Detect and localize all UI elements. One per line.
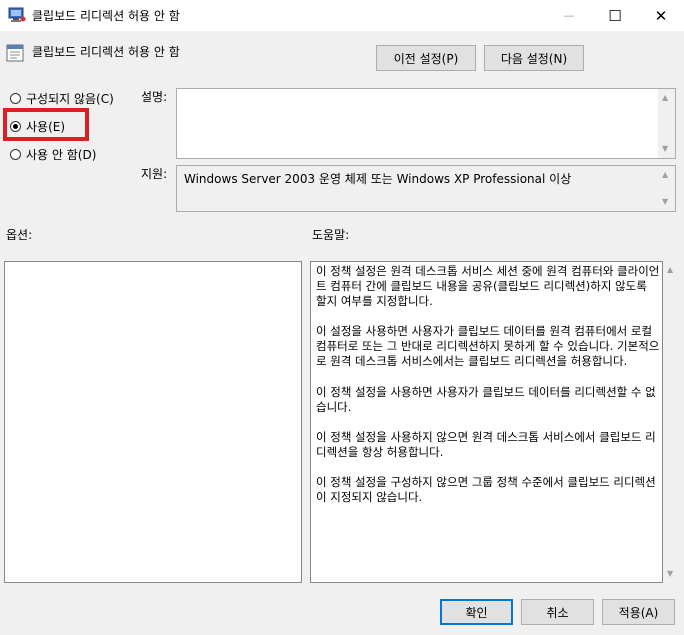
help-label: 도움말: xyxy=(312,228,350,242)
comment-textarea[interactable]: ▲ ▼ xyxy=(176,88,676,159)
help-paragraph: 이 정책 설정을 사용하면 사용자가 클립보드 데이터를 리디렉션할 수 없습니… xyxy=(316,384,656,414)
scroll-down-icon[interactable]: ▼ xyxy=(667,570,673,578)
disabled-radio[interactable] xyxy=(10,148,21,160)
help-paragraph: 이 정책 설정은 원격 데스크톱 서비스 세션 중에 원격 컴퓨터와 클라이언트… xyxy=(316,264,660,309)
policy-setting-icon xyxy=(6,44,24,62)
disabled-label: 사용 안 함(D) xyxy=(26,147,97,162)
policy-editor-icon xyxy=(8,7,26,23)
not-configured-label: 구성되지 않음(C) xyxy=(26,91,114,106)
next-setting-button[interactable]: 다음 설정(N) xyxy=(484,45,584,71)
apply-button[interactable]: 적용(A) xyxy=(602,599,675,625)
window-title: 클립보드 리디렉션 허용 안 함 xyxy=(32,9,180,23)
scroll-up-icon[interactable]: ▲ xyxy=(667,266,673,274)
supported-on-label: 지원: xyxy=(141,167,168,181)
scroll-up-icon[interactable]: ▲ xyxy=(662,171,668,179)
policy-title: 클립보드 리디렉션 허용 안 함 xyxy=(32,45,180,59)
previous-setting-button[interactable]: 이전 설정(P) xyxy=(376,45,476,71)
cancel-button[interactable]: 취소 xyxy=(521,599,594,625)
help-pane: 이 정책 설정은 원격 데스크톱 서비스 세션 중에 원격 컴퓨터와 클라이언트… xyxy=(310,261,663,583)
minimize-icon: — xyxy=(563,9,575,22)
maximize-icon: ☐ xyxy=(608,6,622,25)
options-label: 옵션: xyxy=(6,228,33,242)
supported-scrollbar[interactable]: ▲ ▼ xyxy=(658,166,675,211)
scroll-down-icon[interactable]: ▼ xyxy=(662,145,668,153)
title-bar: 클립보드 리디렉션 허용 안 함 — ☐ ✕ xyxy=(0,0,684,31)
options-pane xyxy=(4,261,302,583)
supported-on-value: Windows Server 2003 운영 체제 또는 Windows XP … xyxy=(184,172,572,186)
help-paragraph: 이 정책 설정을 사용하지 않으면 원격 데스크톱 서비스에서 클립보드 리디렉… xyxy=(316,429,656,459)
help-paragraph: 이 설정을 사용하면 사용자가 클립보드 데이터를 원격 컴퓨터에서 로컬 컴퓨… xyxy=(316,324,660,369)
minimize-button[interactable]: — xyxy=(546,0,592,31)
ok-button[interactable]: 확인 xyxy=(440,599,513,625)
help-paragraph: 이 정책 설정을 구성하지 않으면 그룹 정책 수준에서 클립보드 리디렉션이 … xyxy=(316,474,656,505)
maximize-button[interactable]: ☐ xyxy=(592,0,638,31)
not-configured-option[interactable]: 구성되지 않음(C) xyxy=(10,89,114,107)
scroll-up-icon[interactable]: ▲ xyxy=(662,94,668,102)
not-configured-radio[interactable] xyxy=(10,92,21,104)
help-text: 이 정책 설정은 원격 데스크톱 서비스 세션 중에 원격 컴퓨터와 클라이언트… xyxy=(316,264,660,520)
highlight-box xyxy=(3,108,89,141)
close-icon: ✕ xyxy=(654,6,668,25)
comment-scrollbar[interactable]: ▲ ▼ xyxy=(658,89,675,158)
comment-label: 설명: xyxy=(141,90,168,104)
close-button[interactable]: ✕ xyxy=(638,0,684,31)
disabled-option[interactable]: 사용 안 함(D) xyxy=(10,145,96,163)
supported-on-box: Windows Server 2003 운영 체제 또는 Windows XP … xyxy=(176,165,676,212)
help-scrollbar[interactable]: ▲ ▼ xyxy=(663,261,680,583)
scroll-down-icon[interactable]: ▼ xyxy=(662,198,668,206)
